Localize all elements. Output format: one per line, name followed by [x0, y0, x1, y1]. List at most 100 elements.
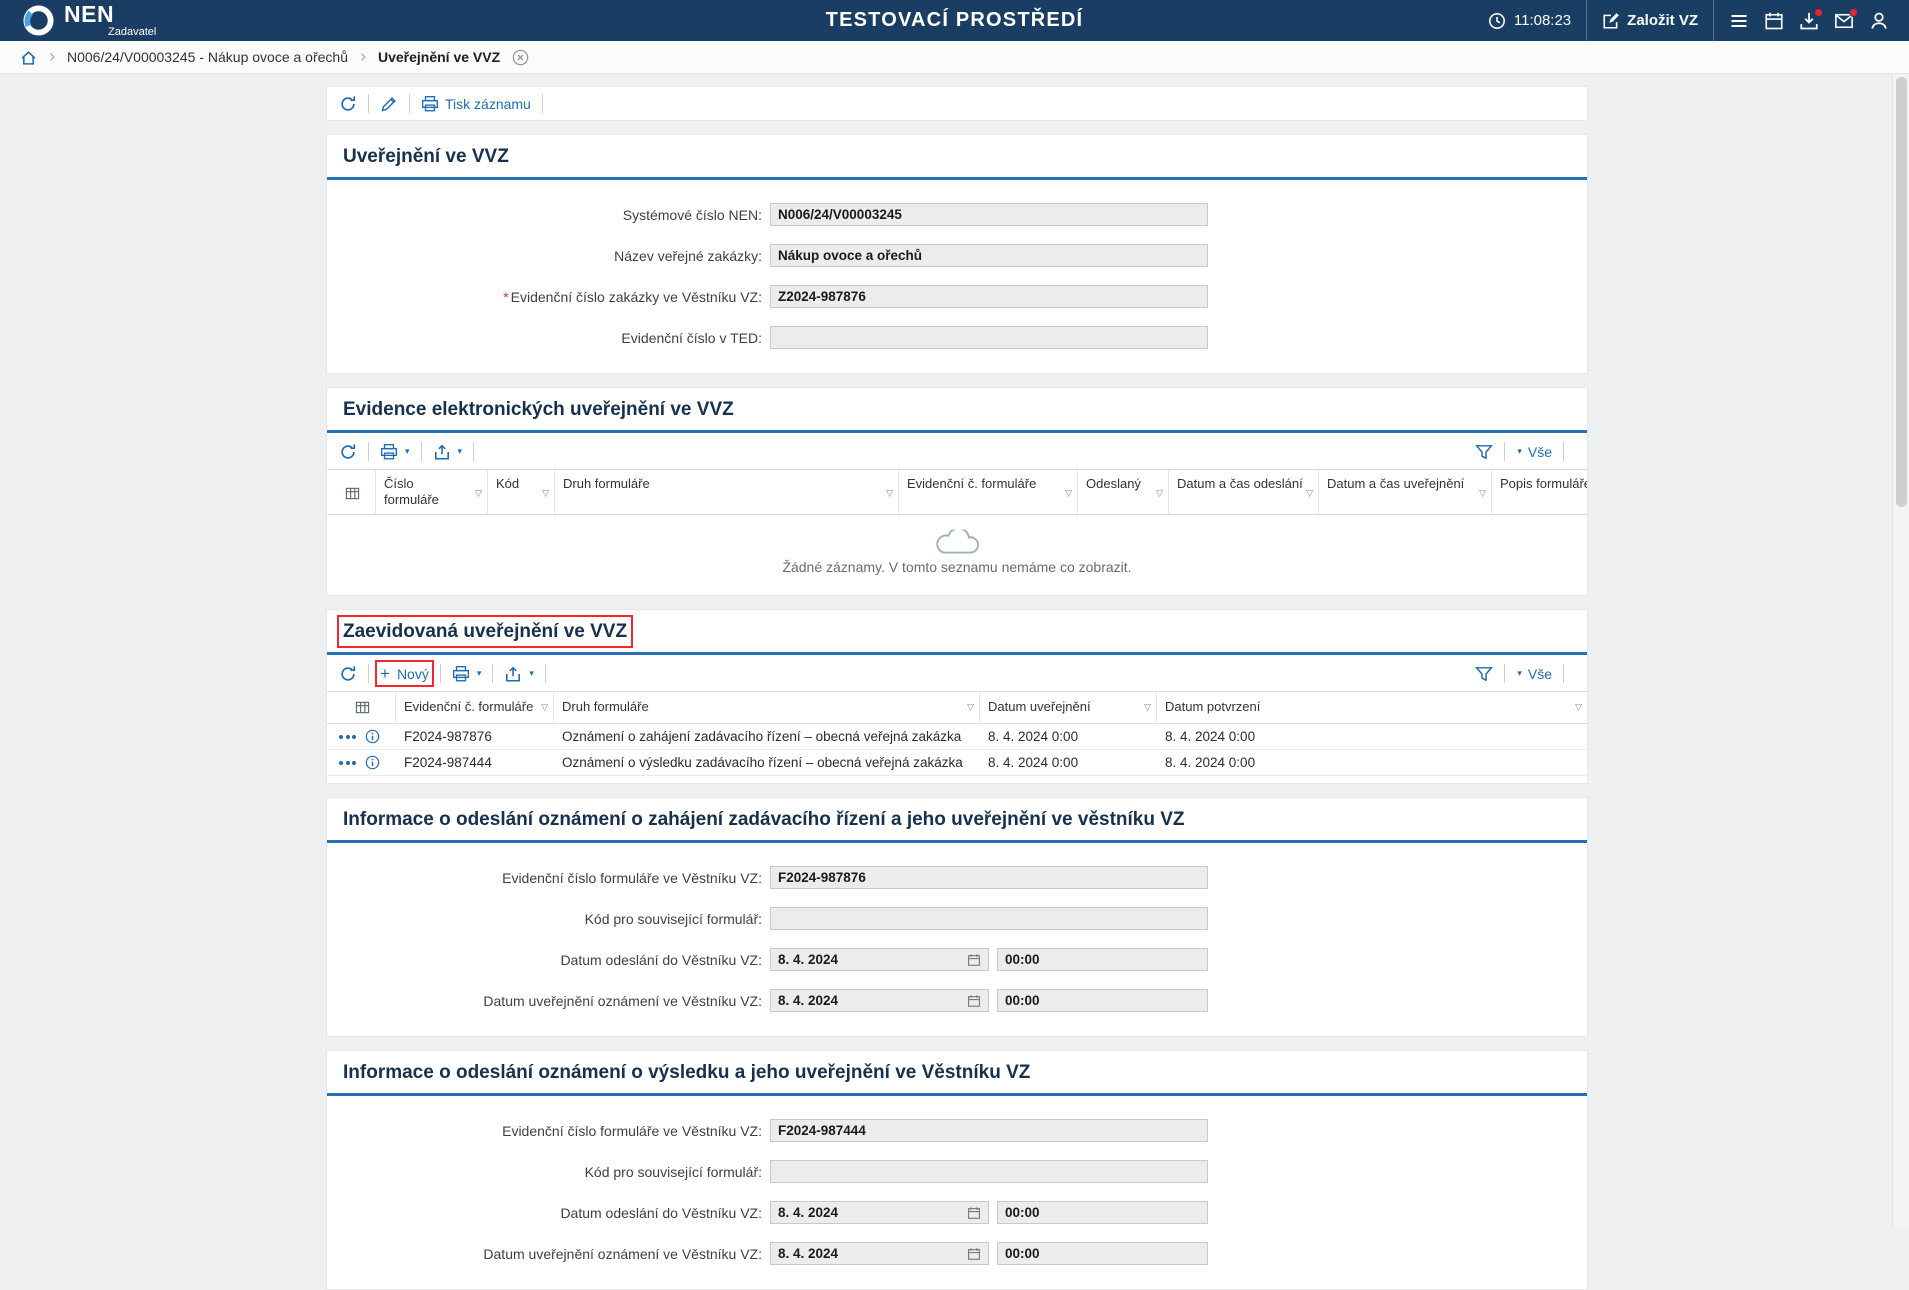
column-header-datum-cas-odeslani[interactable]: Datum a čas odeslání▽ [1169, 470, 1319, 514]
evidencni-cislo-ted-input[interactable] [770, 326, 1208, 349]
new-record-button[interactable]: + Nový [380, 665, 429, 682]
divider [545, 664, 546, 683]
datum-odeslani-time-input[interactable]: 00:00 [997, 948, 1208, 971]
calendar-icon[interactable] [967, 953, 981, 967]
user-icon[interactable] [1869, 11, 1889, 31]
evidencni-cislo-formulare-input[interactable]: F2024-987444 [770, 1119, 1208, 1142]
column-header-datum-potvrzeni[interactable]: Datum potvrzení▽ [1157, 692, 1587, 723]
datum-uverejneni-date-input[interactable]: 8. 4. 2024 [770, 1242, 989, 1265]
evidencni-cislo-vestnik-input[interactable]: Z2024-987876 [770, 285, 1208, 308]
filter-caret-icon[interactable]: ▽ [1575, 702, 1582, 713]
row-menu-icon[interactable] [339, 761, 356, 765]
cell-datum-potvrzeni: 8. 4. 2024 0:00 [1157, 729, 1587, 744]
table-toolbar: ▾ ▾ ▾ Vše [327, 433, 1587, 469]
export-icon[interactable]: ▾ [433, 443, 463, 461]
divider [421, 442, 422, 461]
column-header-druh-formulare[interactable]: Druh formuláře▽ [554, 692, 980, 723]
info-icon[interactable] [365, 729, 380, 744]
column-header-evidencni-c-formulare[interactable]: Evidenční č. formuláře▽ [899, 470, 1078, 514]
form-row: Název veřejné zakázky: Nákup ovoce a oře… [327, 244, 1587, 267]
table-row[interactable]: F2024-987444 Oznámení o výsledku zadávac… [327, 750, 1587, 776]
filter-caret-icon[interactable]: ▽ [1065, 488, 1072, 499]
filter-caret-icon[interactable]: ▽ [542, 488, 549, 499]
create-vz-button[interactable]: Založit VZ [1602, 12, 1698, 30]
dropdown-caret-icon: ▾ [405, 447, 410, 456]
section-title: Informace o odeslání oznámení o zahájení… [327, 798, 1587, 840]
field-label: Kód pro související formulář: [327, 911, 770, 927]
field-label: Datum uveřejnění oznámení ve Věstníku VZ… [327, 1246, 770, 1262]
uverejneni-form: Systémové číslo NEN: N006/24/V00003245 N… [327, 180, 1587, 373]
current-time: 11:08:23 [1514, 12, 1571, 29]
nen-logo[interactable]: NEN Zadavatel [0, 3, 156, 38]
filter-icon[interactable] [1475, 443, 1493, 461]
filter-icon[interactable] [1475, 665, 1493, 683]
section-title: Informace o odeslání oznámení o výsledku… [327, 1051, 1587, 1093]
calendar-icon[interactable] [1764, 11, 1784, 31]
vertical-scrollbar[interactable] [1892, 74, 1909, 1228]
column-settings-icon[interactable] [327, 470, 376, 514]
dropdown-caret-icon: ▾ [1517, 669, 1522, 678]
downloads-icon[interactable] [1799, 11, 1819, 31]
divider [409, 94, 410, 113]
datum-odeslani-date-input[interactable]: 8. 4. 2024 [770, 948, 989, 971]
column-header-popis-formulare[interactable]: Popis formuláře [1492, 470, 1587, 514]
datum-uverejneni-date-input[interactable]: 8. 4. 2024 [770, 989, 989, 1012]
column-settings-icon[interactable] [327, 692, 396, 723]
datum-odeslani-time-input[interactable]: 00:00 [997, 1201, 1208, 1224]
refresh-icon[interactable] [339, 95, 357, 113]
zaevidovana-table-body: F2024-987876 Oznámení o zahájení zadávac… [327, 724, 1587, 776]
datum-uverejneni-time-input[interactable]: 00:00 [997, 1242, 1208, 1265]
filter-caret-icon[interactable]: ▽ [886, 488, 893, 499]
topbar-actions: 11:08:23 Založit VZ [1488, 0, 1909, 41]
column-header-datum-cas-uverejneni[interactable]: Datum a čas uveřejnění▽ [1319, 470, 1492, 514]
breadcrumb-record-link[interactable]: N006/24/V00003245 - Nákup ovoce a ořechů [67, 49, 348, 65]
evidencni-cislo-formulare-input[interactable]: F2024-987876 [770, 866, 1208, 889]
kod-souvisejici-formular-input[interactable] [770, 907, 1208, 930]
column-header-evidencni-c-formulare[interactable]: Evidenční č. formuláře▽ [396, 692, 554, 723]
table-row[interactable]: F2024-987876 Oznámení o zahájení zadávac… [327, 724, 1587, 750]
filter-caret-icon[interactable]: ▽ [475, 488, 482, 499]
calendar-icon[interactable] [967, 1206, 981, 1220]
scrollbar-thumb[interactable] [1896, 77, 1907, 507]
filter-caret-icon[interactable]: ▽ [1144, 702, 1151, 713]
systemove-cislo-nen-input[interactable]: N006/24/V00003245 [770, 203, 1208, 226]
view-all-dropdown[interactable]: ▾ Vše [1516, 444, 1552, 460]
menu-icon[interactable] [1729, 11, 1749, 31]
compose-icon [1602, 12, 1620, 30]
column-header-cislo-formulare[interactable]: Číslo formuláře▽ [376, 470, 488, 514]
kod-souvisejici-formular-input[interactable] [770, 1160, 1208, 1183]
filter-caret-icon[interactable]: ▽ [967, 702, 974, 713]
field-label: Evidenční číslo formuláře ve Věstníku VZ… [327, 1123, 770, 1139]
filter-caret-icon[interactable]: ▽ [1479, 488, 1486, 499]
home-icon[interactable] [20, 49, 37, 66]
datum-uverejneni-time-input[interactable]: 00:00 [997, 989, 1208, 1012]
filter-caret-icon[interactable]: ▽ [541, 702, 548, 713]
filter-caret-icon[interactable]: ▽ [1306, 488, 1313, 499]
clock-icon [1488, 12, 1506, 30]
refresh-icon[interactable] [339, 443, 357, 461]
info-icon[interactable] [365, 755, 380, 770]
field-label: Datum odeslání do Věstníku VZ: [327, 1205, 770, 1221]
column-header-datum-uverejneni[interactable]: Datum uveřejnění▽ [980, 692, 1157, 723]
calendar-icon[interactable] [967, 1247, 981, 1261]
annotation-highlight: Zaevidovaná uveřejnění ve VVZ [343, 621, 627, 642]
calendar-icon[interactable] [967, 994, 981, 1008]
filter-caret-icon[interactable]: ▽ [1156, 488, 1163, 499]
view-all-dropdown[interactable]: ▾ Vše [1516, 666, 1552, 682]
column-header-odeslany[interactable]: Odeslaný▽ [1078, 470, 1169, 514]
refresh-icon[interactable] [339, 665, 357, 683]
close-tab-icon[interactable] [512, 49, 529, 66]
view-all-label: Vše [1528, 444, 1552, 460]
column-header-kod[interactable]: Kód▽ [488, 470, 555, 514]
datum-odeslani-date-input[interactable]: 8. 4. 2024 [770, 1201, 989, 1224]
dropdown-caret-icon: ▾ [1517, 447, 1522, 456]
print-icon[interactable]: ▾ [380, 443, 410, 461]
export-icon[interactable]: ▾ [504, 665, 534, 683]
print-icon[interactable]: ▾ [452, 665, 482, 683]
row-menu-icon[interactable] [339, 735, 356, 739]
edit-icon[interactable] [380, 95, 398, 113]
nazev-verejne-zakazky-input[interactable]: Nákup ovoce a ořechů [770, 244, 1208, 267]
messages-icon[interactable] [1834, 11, 1854, 31]
print-record-button[interactable]: Tisk záznamu [421, 95, 531, 113]
column-header-druh-formulare[interactable]: Druh formuláře▽ [555, 470, 899, 514]
